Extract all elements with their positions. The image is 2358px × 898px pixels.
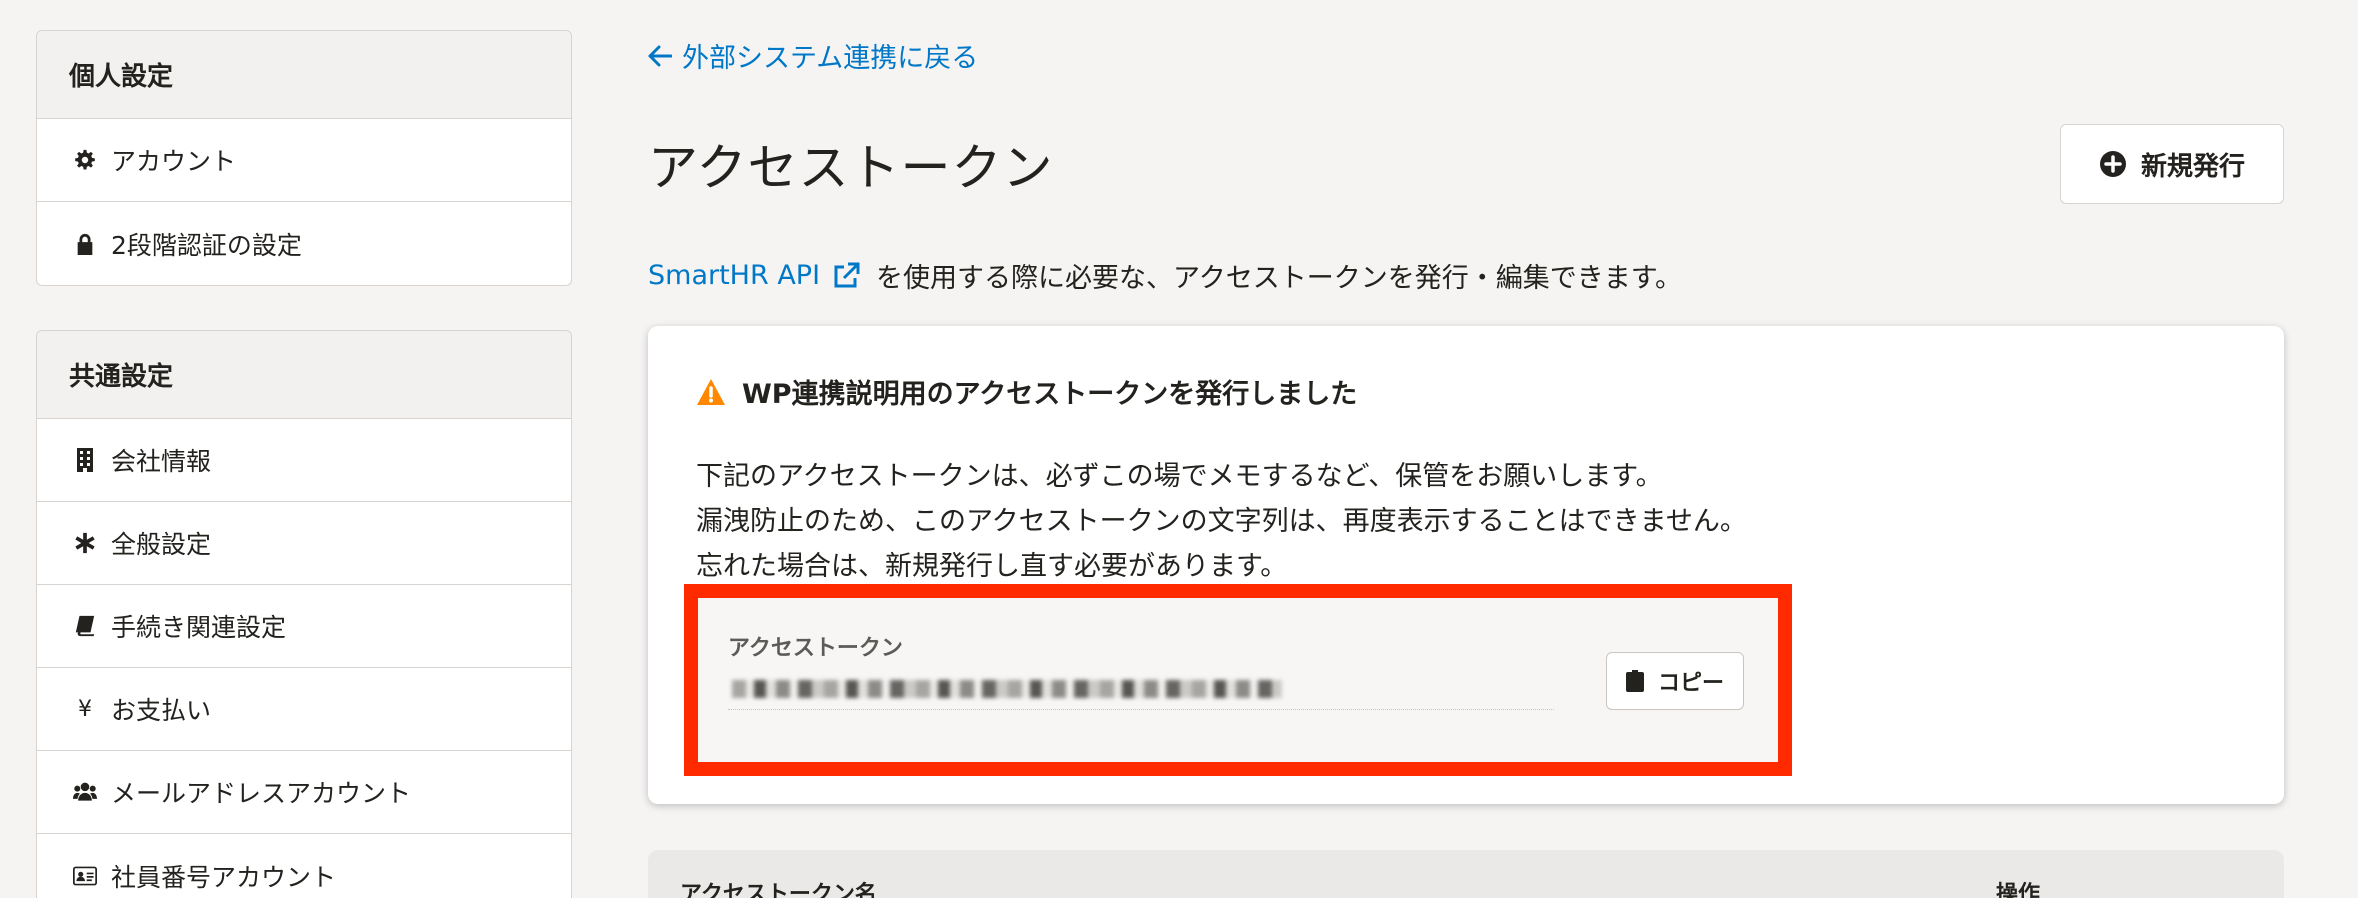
smarthr-api-link[interactable]: SmartHR API xyxy=(648,260,876,291)
gear-icon xyxy=(73,148,97,172)
token-highlight-box: アクセストークン コピー xyxy=(684,584,1792,776)
personal-settings-panel: 個人設定 アカウント 2段階認証の設定 xyxy=(36,30,572,286)
blurred-token-value xyxy=(732,680,1282,698)
common-settings-panel: 共通設定 会社情報 全般設定 手続き関連設定 ¥ お支払い メールアドレスアカウ… xyxy=(36,330,572,898)
asterisk-icon xyxy=(73,531,97,555)
sidebar-item-label: 2段階認証の設定 xyxy=(111,230,302,260)
building-icon xyxy=(73,448,97,472)
new-issue-button[interactable]: 新規発行 xyxy=(2060,124,2284,204)
copy-label: コピー xyxy=(1657,671,1724,696)
api-link-label: SmartHR API xyxy=(648,260,821,291)
back-to-integrations-link[interactable]: 外部システム連携に戻る xyxy=(648,36,978,75)
sidebar-item-payment[interactable]: ¥ お支払い xyxy=(37,668,571,751)
column-header-token-name: アクセストークン名 xyxy=(680,882,877,898)
users-icon xyxy=(73,780,97,804)
external-link-icon xyxy=(834,262,860,287)
intro-description: を使用する際に必要な、アクセストークンを発行・編集できます。 xyxy=(876,263,1682,294)
column-header-actions: 操作 xyxy=(1996,882,2041,898)
sidebar-item-account[interactable]: アカウント xyxy=(37,119,571,202)
id-card-icon xyxy=(73,864,97,888)
book-icon xyxy=(73,614,97,638)
sidebar-item-procedure-settings[interactable]: 手続き関連設定 xyxy=(37,585,571,668)
sidebar-item-email-accounts[interactable]: メールアドレスアカウント xyxy=(37,751,571,834)
sidebar-item-label: アカウント xyxy=(111,147,237,176)
sidebar-item-label: 会社情報 xyxy=(111,447,212,476)
sidebar-item-general-settings[interactable]: 全般設定 xyxy=(37,502,571,585)
panel-title: 共通設定 xyxy=(37,331,571,419)
notice-body: 下記のアクセストークンは、必ずこの場でメモするなど、保管をお願いします。 漏洩防… xyxy=(696,454,1747,589)
token-label: アクセストークン xyxy=(728,636,903,661)
token-table-header: アクセストークン名 操作 xyxy=(648,850,2284,898)
notice-line: 忘れた場合は、新規発行し直す必要があります。 xyxy=(696,551,1288,582)
notice-title: WP連携説明用のアクセストークンを発行しました xyxy=(696,372,1357,411)
copy-button[interactable]: コピー xyxy=(1606,652,1744,710)
sidebar-item-label: お支払い xyxy=(111,696,212,725)
sidebar-item-label: 手続き関連設定 xyxy=(111,613,287,642)
page-title: アクセストークン xyxy=(648,139,1054,197)
token-issued-notice: WP連携説明用のアクセストークンを発行しました 下記のアクセストークンは、必ずこ… xyxy=(648,326,2284,804)
sidebar-item-company-info[interactable]: 会社情報 xyxy=(37,419,571,502)
sidebar-item-label: 社員番号アカウント xyxy=(111,862,337,892)
app-root: 個人設定 アカウント 2段階認証の設定 共通設定 会社情報 全般設定 手続き関連… xyxy=(0,0,2358,898)
intro-text: SmartHR API を使用する際に必要な、アクセストークンを発行・編集できま… xyxy=(648,256,1682,295)
clipboard-icon xyxy=(1625,670,1644,692)
notice-line: 漏洩防止のため、このアクセストークンの文字列は、再度表示することはできません。 xyxy=(696,506,1747,537)
sidebar-item-label: メールアドレスアカウント xyxy=(111,779,412,808)
new-issue-label: 新規発行 xyxy=(2140,151,2245,182)
panel-title: 個人設定 xyxy=(37,31,571,119)
arrow-left-icon xyxy=(648,45,672,66)
yen-icon: ¥ xyxy=(78,696,92,722)
sidebar-item-two-factor[interactable]: 2段階認証の設定 xyxy=(37,202,571,285)
sidebar-item-label: 全般設定 xyxy=(111,530,212,559)
token-value-field[interactable] xyxy=(728,670,1554,710)
sidebar-item-employee-number-accounts[interactable]: 社員番号アカウント xyxy=(37,834,571,898)
warning-icon xyxy=(697,378,725,405)
notice-line: 下記のアクセストークンは、必ずこの場でメモするなど、保管をお願いします。 xyxy=(696,461,1663,492)
notice-title-text: WP連携説明用のアクセストークンを発行しました xyxy=(742,379,1358,410)
lock-icon xyxy=(73,232,97,256)
back-link-label: 外部システム連携に戻る xyxy=(682,43,979,74)
plus-circle-icon xyxy=(2099,151,2126,177)
